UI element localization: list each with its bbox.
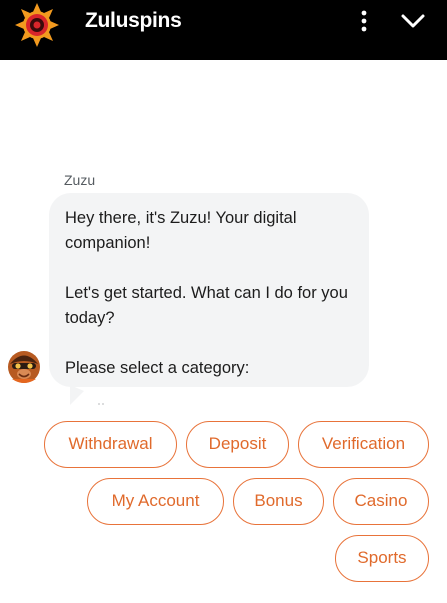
category-deposit-button[interactable]: Deposit (186, 421, 289, 468)
category-sports-button[interactable]: Sports (335, 535, 429, 582)
more-vertical-icon[interactable] (353, 8, 375, 34)
sender-name: Zuzu (64, 172, 96, 188)
message-greeting: Hey there, it's Zuzu! Your digital compa… (65, 209, 297, 252)
category-my-account-button[interactable]: My Account (87, 478, 224, 525)
category-casino-button[interactable]: Casino (333, 478, 429, 525)
category-withdrawal-button[interactable]: Withdrawal (44, 421, 177, 468)
category-bonus-button[interactable]: Bonus (233, 478, 324, 525)
message-instruction: Please select a category: (65, 359, 250, 377)
chevron-down-icon[interactable] (399, 9, 427, 33)
bubble-tail (70, 385, 106, 405)
sun-logo-icon (15, 3, 59, 47)
message-prompt: Let's get started. What can I do for you… (65, 284, 348, 327)
category-verification-button[interactable]: Verification (298, 421, 429, 468)
bot-avatar-icon (8, 351, 40, 383)
brand-name: Zuluspins (85, 9, 182, 32)
chat-header: Zuluspins (0, 0, 447, 60)
message-bubble: Hey there, it's Zuzu! Your digital compa… (49, 193, 369, 387)
